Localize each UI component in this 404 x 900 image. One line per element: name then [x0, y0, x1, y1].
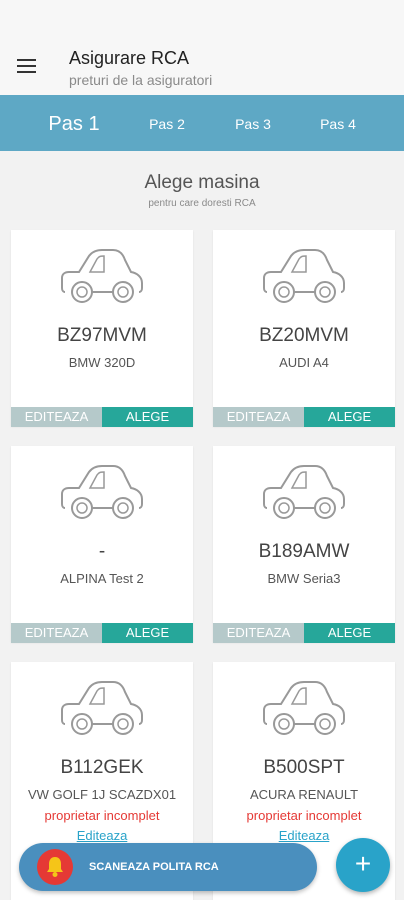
alarm-bell-icon: [37, 849, 73, 885]
plate-number: BZ20MVM: [259, 325, 349, 346]
hamburger-menu-icon[interactable]: [17, 58, 37, 74]
choose-button[interactable]: ALEGE: [102, 623, 193, 643]
plate-number: B189AMW: [258, 541, 350, 562]
car-icon: [61, 465, 143, 519]
car-card[interactable]: - ALPINA Test 2 EDITEAZA ALEGE: [11, 446, 193, 643]
car-card[interactable]: B189AMW BMW Seria3 EDITEAZA ALEGE: [213, 446, 395, 643]
edit-button[interactable]: EDITEAZA: [213, 407, 304, 427]
car-card[interactable]: BZ97MVM BMW 320D EDITEAZA ALEGE: [11, 230, 193, 427]
plate-number: -: [98, 541, 106, 562]
incomplete-owner-warning: proprietar incomplet: [246, 808, 362, 823]
edit-button[interactable]: EDITEAZA: [11, 623, 102, 643]
car-model: AUDI A4: [279, 355, 329, 370]
section-title: Alege masina: [144, 172, 260, 193]
plate-number: BZ97MVM: [57, 325, 147, 346]
car-icon: [263, 681, 345, 735]
car-icon: [61, 681, 143, 735]
car-model: BMW Seria3: [267, 571, 341, 586]
card-actions: EDITEAZA ALEGE: [11, 623, 193, 643]
app-subtitle: preturi de la asiguratori: [69, 72, 213, 88]
app-title: Asigurare RCA: [69, 48, 190, 68]
edit-link[interactable]: Editeaza: [11, 828, 193, 843]
section-subtitle: pentru care doresti RCA: [148, 198, 256, 209]
car-model: ACURA RENAULT: [249, 787, 359, 802]
car-icon: [61, 249, 143, 303]
card-actions: EDITEAZA ALEGE: [11, 407, 193, 427]
tab-pas-1[interactable]: Pas 1: [30, 95, 118, 151]
scan-policy-button[interactable]: SCANEAZA POLITA RCA: [19, 843, 317, 891]
edit-button[interactable]: EDITEAZA: [213, 623, 304, 643]
edit-button[interactable]: EDITEAZA: [11, 407, 102, 427]
tab-pas-3[interactable]: Pas 3: [217, 95, 289, 151]
plate-number: B500SPT: [263, 757, 345, 778]
add-car-button[interactable]: +: [336, 838, 390, 892]
car-card[interactable]: BZ20MVM AUDI A4 EDITEAZA ALEGE: [213, 230, 395, 427]
car-icon: [263, 465, 345, 519]
card-actions: EDITEAZA ALEGE: [213, 407, 395, 427]
scan-policy-label: SCANEAZA POLITA RCA: [89, 861, 219, 873]
choose-button[interactable]: ALEGE: [304, 407, 395, 427]
car-model: BMW 320D: [68, 355, 136, 370]
tab-pas-4[interactable]: Pas 4: [302, 95, 374, 151]
choose-button[interactable]: ALEGE: [304, 623, 395, 643]
card-actions: EDITEAZA ALEGE: [213, 623, 395, 643]
tab-pas-2[interactable]: Pas 2: [131, 95, 203, 151]
plate-number: B112GEK: [60, 757, 144, 778]
choose-button[interactable]: ALEGE: [102, 407, 193, 427]
incomplete-owner-warning: proprietar incomplet: [44, 808, 160, 823]
car-model: ALPINA Test 2: [60, 571, 144, 586]
car-icon: [263, 249, 345, 303]
app-bar: Asigurare RCA preturi de la asiguratori: [0, 0, 404, 95]
step-tabs: Pas 1 Pas 2 Pas 3 Pas 4: [0, 95, 404, 151]
car-model: VW GOLF 1J SCAZDX01: [27, 787, 177, 802]
